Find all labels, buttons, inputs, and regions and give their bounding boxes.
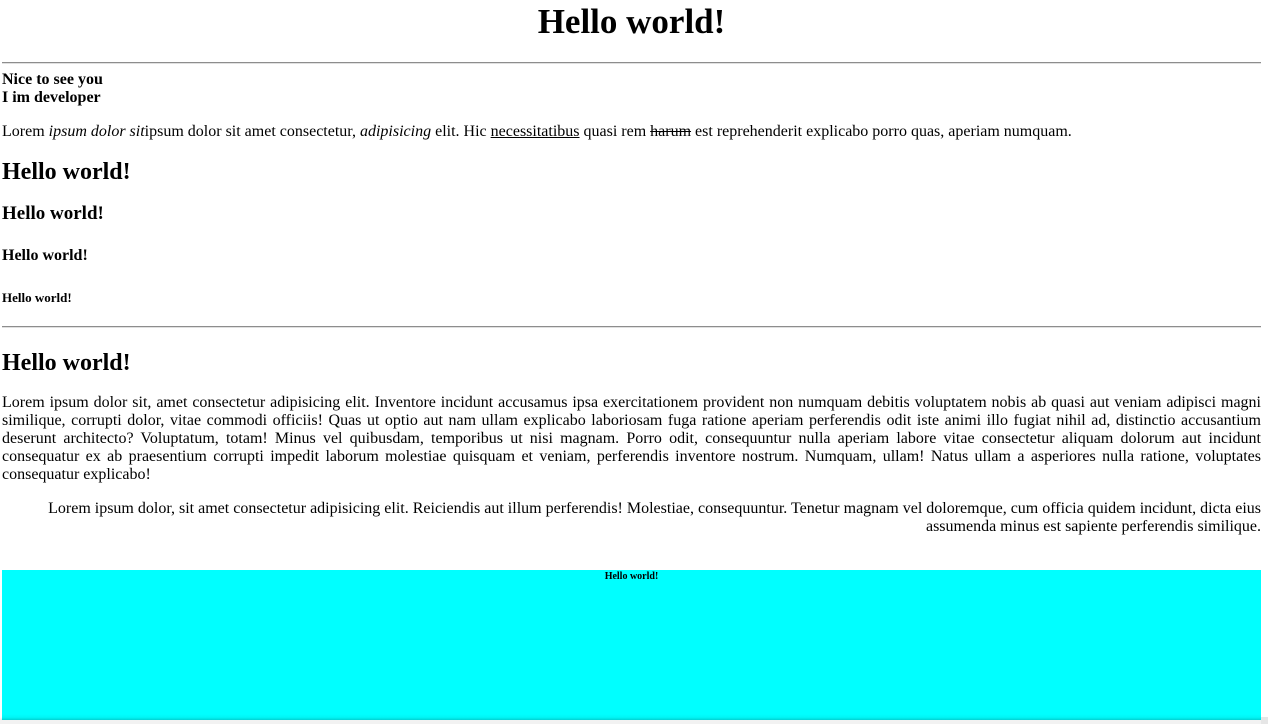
underlined-text: necessitatibus — [490, 123, 580, 140]
section-heading: Hello world! — [2, 350, 131, 376]
main-heading: Hello world! — [537, 2, 726, 41]
intro-line-2: I im developer — [2, 89, 101, 106]
window-bottom-edge — [0, 720, 1268, 724]
paragraph-text-3: elit. Hic — [431, 123, 491, 140]
cyan-box-label: Hello world! — [604, 571, 659, 582]
paragraph-text-2: ipsum dolor sit amet consectetur, — [144, 123, 360, 140]
strikethrough-text: harum — [650, 123, 692, 140]
divider-top — [2, 62, 1261, 64]
intro-block: Nice to see you I im developer — [2, 71, 1261, 107]
heading-level-3: Hello world! — [2, 203, 104, 224]
resize-corner[interactable] — [1261, 717, 1268, 724]
intro-line-1: Nice to see you — [2, 71, 103, 88]
page-content: Hello world! Nice to see you I im develo… — [2, 0, 1261, 722]
divider-middle — [2, 326, 1261, 328]
right-aligned-paragraph: Lorem ipsum dolor, sit amet consectetur … — [48, 500, 1261, 535]
paragraph-text-5: est reprehenderit explicabo porro quas, … — [691, 123, 1072, 140]
heading-level-5: Hello world! — [2, 290, 72, 305]
italic-text-1: ipsum dolor sit — [48, 123, 145, 140]
paragraph-text-4: quasi rem — [579, 123, 651, 140]
cyan-box: Hello world! — [2, 570, 1261, 722]
justified-paragraph: Lorem ipsum dolor sit, amet consectetur … — [2, 394, 1261, 483]
heading-level-2: Hello world! — [2, 159, 131, 185]
paragraph-text-1: Lorem — [2, 123, 49, 140]
italic-text-2: adipisicing — [359, 123, 432, 140]
formatted-paragraph: Lorem ipsum dolor sitipsum dolor sit ame… — [2, 123, 1261, 141]
heading-level-4: Hello world! — [2, 247, 88, 264]
